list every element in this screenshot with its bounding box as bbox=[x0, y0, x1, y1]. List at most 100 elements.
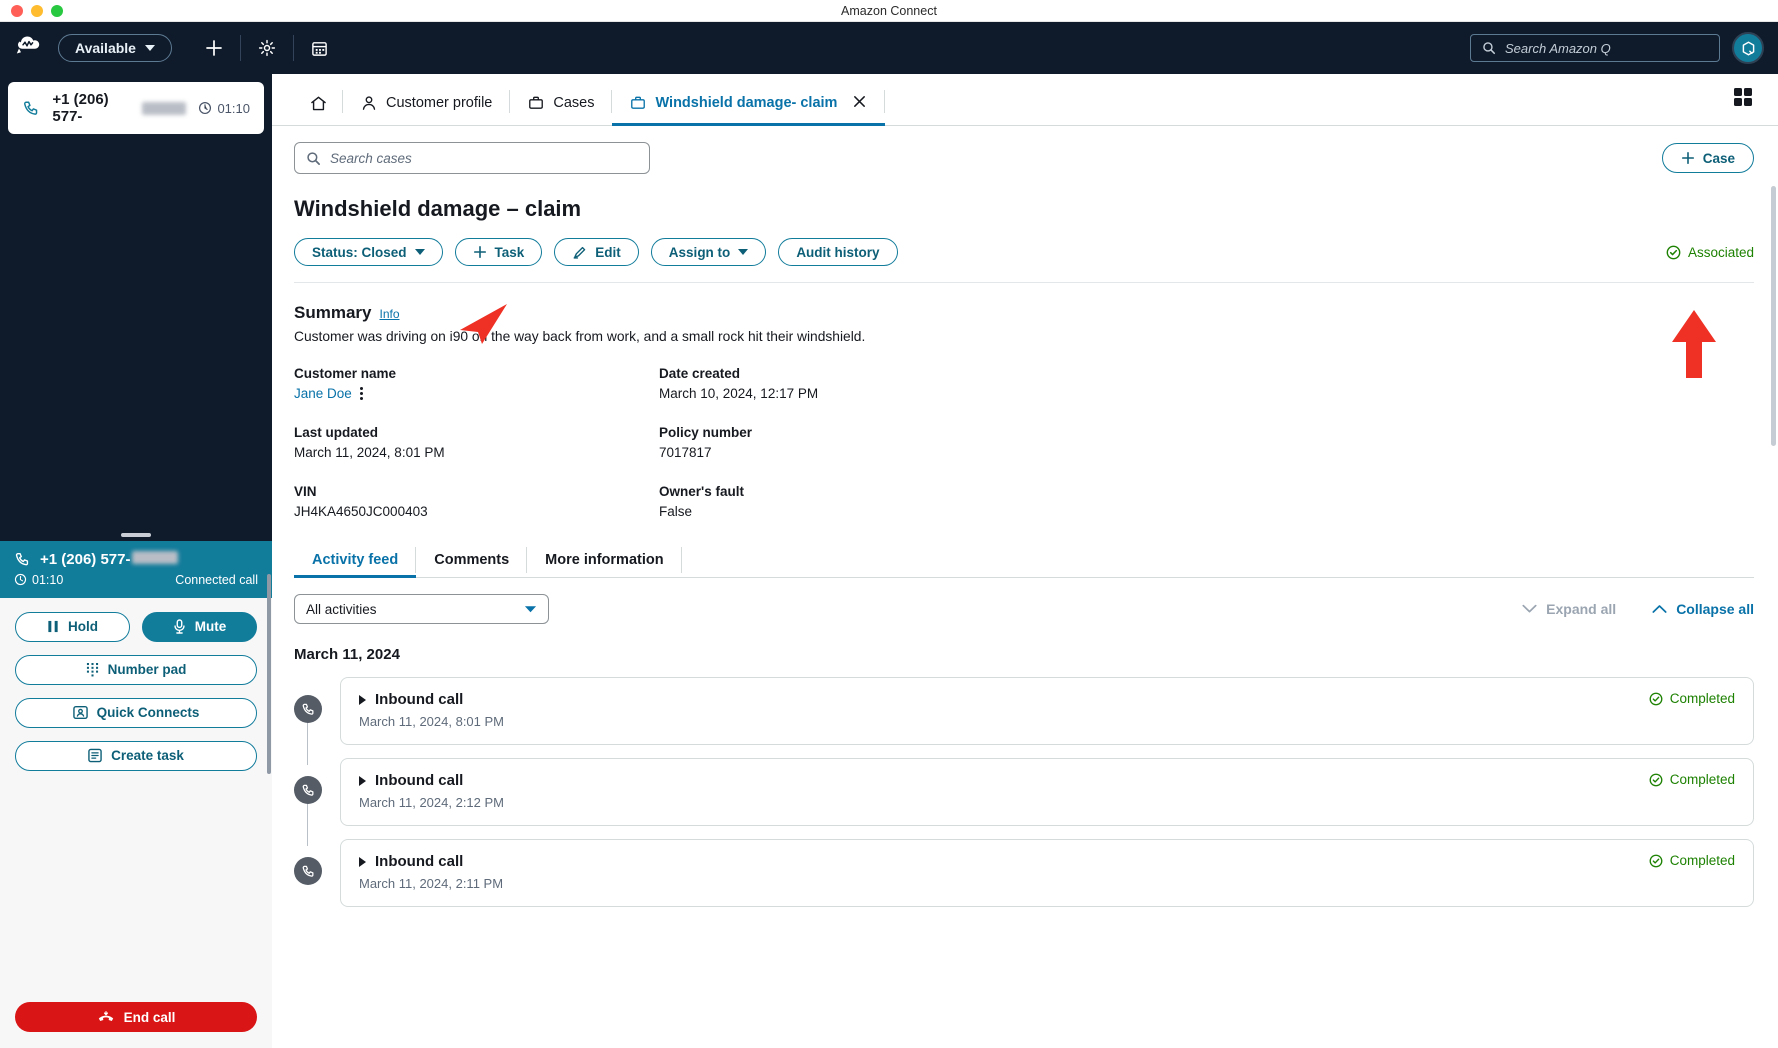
expand-triangle-icon[interactable] bbox=[359, 775, 366, 786]
create-task-button[interactable]: Create task bbox=[15, 740, 257, 771]
grid-icon[interactable] bbox=[1732, 86, 1754, 113]
search-icon bbox=[1483, 42, 1496, 55]
activity-card-body: Inbound call March 11, 2024, 2:12 PM bbox=[359, 772, 504, 810]
home-icon bbox=[311, 96, 326, 110]
activity-card[interactable]: Inbound call March 11, 2024, 2:11 PM Com… bbox=[340, 839, 1754, 907]
amazon-q-icon[interactable] bbox=[1732, 32, 1764, 64]
number-pad-button[interactable]: Number pad bbox=[15, 654, 257, 685]
tab-activity-feed[interactable]: Activity feed bbox=[294, 543, 417, 578]
expand-triangle-icon[interactable] bbox=[359, 856, 366, 867]
list-item[interactable]: Inbound call March 11, 2024, 2:12 PM Com… bbox=[294, 758, 1754, 846]
contact-duration-value: 01:10 bbox=[217, 100, 250, 116]
ccp-action-buttons: Hold Mute Number pad Quick Connects Crea… bbox=[0, 597, 272, 1002]
search-placeholder: Search Amazon Q bbox=[1505, 40, 1611, 56]
field-date-created: Date created March 10, 2024, 12:17 PM bbox=[659, 366, 1024, 401]
case-fields: Customer name Jane Doe Date created Marc… bbox=[294, 366, 1754, 519]
microphone-icon bbox=[174, 619, 185, 634]
field-last-updated: Last updated March 11, 2024, 8:01 PM bbox=[294, 425, 659, 460]
expand-triangle-icon[interactable] bbox=[359, 694, 366, 705]
case-action-toolbar: Status: Closed Task Edit Assign to Audit… bbox=[294, 238, 1754, 283]
agent-status-selector[interactable]: Available bbox=[58, 34, 172, 62]
collapse-all-button[interactable]: Collapse all bbox=[1652, 601, 1754, 617]
tab-windshield-damage-claim[interactable]: Windshield damage- claim bbox=[612, 81, 886, 126]
tab-divider bbox=[884, 90, 886, 113]
add-case-button[interactable]: Case bbox=[1661, 143, 1754, 173]
assign-to-button-label: Assign to bbox=[668, 244, 731, 260]
audit-history-button-label: Audit history bbox=[796, 244, 880, 260]
task-button[interactable]: Task bbox=[454, 238, 543, 266]
activity-card[interactable]: Inbound call March 11, 2024, 8:01 PM Com… bbox=[340, 677, 1754, 745]
timeline-rail bbox=[294, 677, 340, 765]
activity-timestamp: March 11, 2024, 2:11 PM bbox=[359, 876, 504, 891]
main-scrollbar[interactable] bbox=[1771, 186, 1776, 446]
activity-card-body: Inbound call March 11, 2024, 8:01 PM bbox=[359, 691, 504, 729]
activity-status-badge: Completed bbox=[1649, 772, 1735, 787]
customer-name-link[interactable]: Jane Doe bbox=[294, 386, 352, 401]
field-label: VIN bbox=[294, 484, 317, 499]
close-icon[interactable] bbox=[852, 94, 867, 113]
activity-status-label: Completed bbox=[1669, 853, 1735, 868]
check-circle-icon bbox=[1666, 245, 1681, 259]
field-policy-number: Policy number 7017817 bbox=[659, 425, 1024, 460]
expand-all-button[interactable]: Expand all bbox=[1522, 601, 1616, 617]
tab-label: Comments bbox=[434, 552, 510, 568]
list-item[interactable]: Inbound call March 11, 2024, 2:11 PM Com… bbox=[294, 839, 1754, 907]
quick-connects-button[interactable]: Quick Connects bbox=[15, 697, 257, 728]
field-value[interactable]: Jane Doe bbox=[294, 386, 659, 401]
collapse-all-label: Collapse all bbox=[1676, 601, 1754, 617]
phone-icon bbox=[294, 776, 322, 804]
activity-status-badge: Completed bbox=[1649, 853, 1735, 868]
search-cases-input[interactable]: Search cases bbox=[294, 142, 650, 174]
tab-comments[interactable]: Comments bbox=[416, 543, 528, 577]
field-label: Last updated bbox=[294, 425, 379, 440]
status-badge: Associated bbox=[1666, 245, 1754, 260]
window-title-bar: Amazon Connect bbox=[0, 0, 1778, 22]
timeline-connector bbox=[307, 721, 308, 765]
end-call-container: End call bbox=[0, 1002, 272, 1048]
active-contact-card[interactable]: +1 (206) 577- 01:10 bbox=[8, 82, 264, 134]
activity-title: Inbound call bbox=[375, 853, 464, 870]
activity-timeline: Inbound call March 11, 2024, 8:01 PM Com… bbox=[294, 677, 1754, 907]
activity-card[interactable]: Inbound call March 11, 2024, 2:12 PM Com… bbox=[340, 758, 1754, 826]
activity-timestamp: March 11, 2024, 2:12 PM bbox=[359, 795, 505, 810]
caret-down-icon bbox=[524, 602, 537, 617]
activity-title-row[interactable]: Inbound call bbox=[359, 772, 504, 789]
end-call-button[interactable]: End call bbox=[15, 1002, 257, 1032]
plus-icon[interactable] bbox=[194, 28, 234, 68]
edit-button-label: Edit bbox=[595, 244, 621, 260]
assign-to-button[interactable]: Assign to bbox=[650, 238, 767, 266]
activity-title-row[interactable]: Inbound call bbox=[359, 691, 504, 708]
edit-button[interactable]: Edit bbox=[554, 238, 639, 266]
contact-duration: 01:10 bbox=[198, 101, 250, 116]
tab-label: Windshield damage- claim bbox=[655, 95, 838, 111]
search-input[interactable]: Search Amazon Q bbox=[1470, 34, 1720, 62]
caret-down-icon bbox=[144, 45, 155, 51]
tab-customer-profile[interactable]: Customer profile bbox=[343, 81, 511, 125]
hold-button[interactable]: Hold bbox=[15, 611, 130, 642]
tab-home[interactable] bbox=[294, 81, 343, 125]
task-icon bbox=[88, 748, 102, 763]
calendar-icon[interactable] bbox=[300, 28, 340, 68]
activity-title-row[interactable]: Inbound call bbox=[359, 853, 503, 870]
ccp-resize-handle[interactable] bbox=[121, 532, 151, 537]
list-item[interactable]: Inbound call March 11, 2024, 8:01 PM Com… bbox=[294, 677, 1754, 765]
ccp-scrollbar[interactable] bbox=[267, 574, 271, 774]
summary-info-link[interactable]: Info bbox=[379, 307, 399, 321]
activity-filter-select[interactable]: All activities bbox=[294, 594, 549, 624]
status-button[interactable]: Status: Closed bbox=[294, 238, 443, 266]
field-label: Policy number bbox=[659, 425, 753, 440]
tab-more-information[interactable]: More information bbox=[527, 543, 682, 577]
hold-label: Hold bbox=[68, 619, 98, 634]
mute-button[interactable]: Mute bbox=[142, 611, 257, 642]
page-title: Windshield damage – claim bbox=[294, 196, 582, 221]
person-icon bbox=[362, 96, 376, 110]
kebab-menu-icon[interactable] bbox=[359, 387, 363, 400]
audit-history-button[interactable]: Audit history bbox=[778, 238, 898, 266]
tab-cases[interactable]: Cases bbox=[510, 81, 613, 125]
call-state-label: Connected call bbox=[175, 572, 258, 587]
check-circle-icon bbox=[1649, 773, 1663, 786]
phone-icon bbox=[24, 101, 38, 115]
tab-label: Customer profile bbox=[386, 95, 493, 111]
field-value: March 11, 2024, 8:01 PM bbox=[294, 445, 445, 460]
gear-icon[interactable] bbox=[247, 28, 287, 68]
